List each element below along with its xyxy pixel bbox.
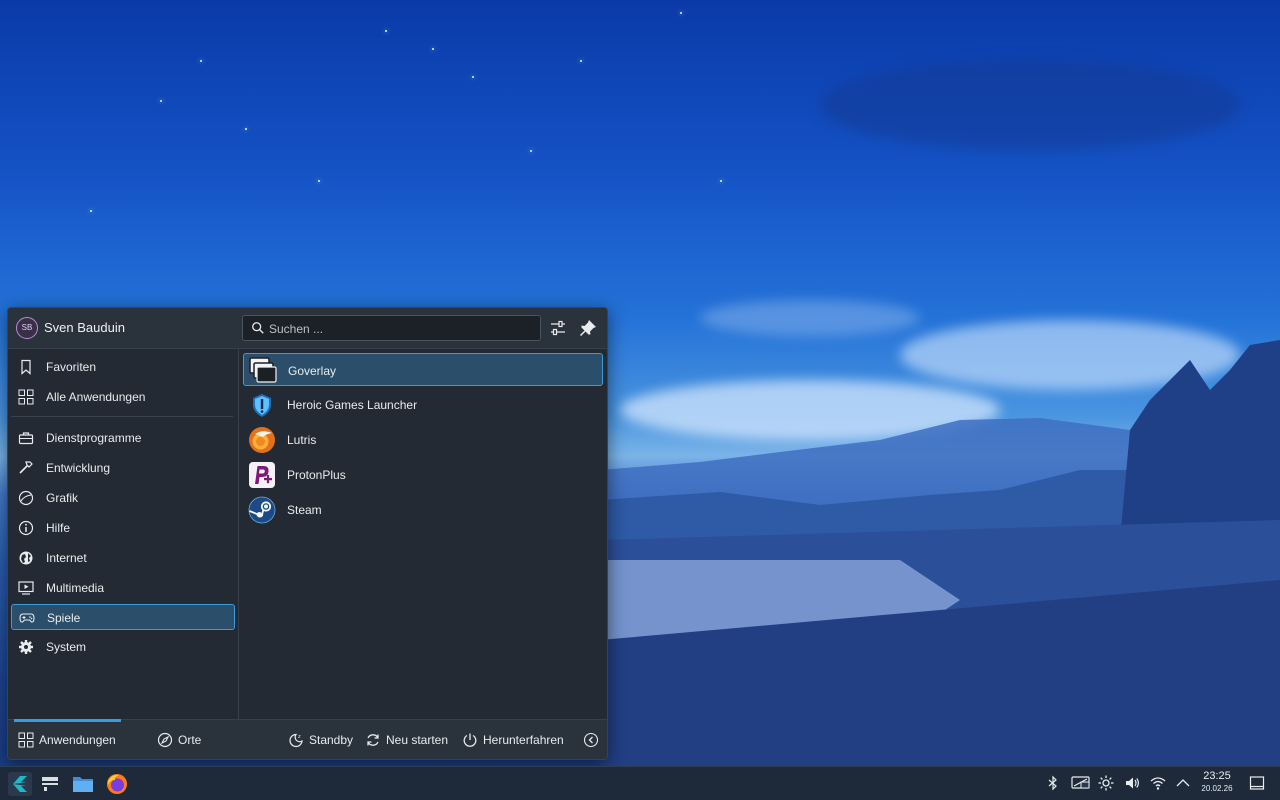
tab-label: Anwendungen — [39, 733, 116, 747]
chevron-up-icon[interactable] — [1175, 775, 1191, 791]
app-label: ProtonPlus — [287, 468, 346, 482]
display-icon[interactable] — [1071, 775, 1091, 791]
graphics-icon — [18, 490, 34, 506]
goverlay-icon — [249, 357, 277, 383]
digital-clock[interactable]: 23:25 20.02.26 — [1196, 770, 1238, 794]
globe-icon — [19, 551, 33, 565]
bookmark-icon — [21, 359, 31, 375]
search-icon — [252, 322, 264, 334]
toolbox-icon — [18, 432, 34, 445]
sidebar-item-label: Alle Anwendungen — [46, 390, 146, 404]
file-manager-icon[interactable] — [70, 771, 96, 797]
standby-button[interactable]: z Standby — [288, 731, 358, 751]
sidebar-separator — [11, 416, 233, 417]
sidebar-item-internet[interactable]: Internet — [11, 545, 235, 571]
app-item-steam[interactable]: Steam — [243, 493, 603, 526]
bluetooth-icon[interactable] — [1045, 775, 1061, 791]
brightness-icon[interactable] — [1098, 775, 1114, 791]
more-options-button[interactable] — [583, 731, 599, 751]
sidebar-item-hilfe[interactable]: Hilfe — [11, 515, 235, 541]
sidebar-item-label: Dienstprogramme — [46, 431, 142, 445]
app-item-goverlay[interactable]: Goverlay — [243, 353, 603, 386]
compass-icon — [157, 732, 173, 748]
tab-anwendungen[interactable]: Anwendungen — [18, 731, 123, 751]
search-input[interactable] — [267, 319, 531, 338]
sidebar-item-spiele[interactable]: Spiele — [11, 604, 235, 630]
user-avatar[interactable]: SB — [16, 317, 38, 339]
launcher-header: SB Sven Bauduin — [8, 308, 607, 349]
sidebar-item-dienstprogramme[interactable]: Dienstprogramme — [11, 425, 235, 451]
sidebar-item-grafik[interactable]: Grafik — [11, 485, 235, 511]
sidebar-item-label: Spiele — [47, 611, 81, 625]
kde-launcher-icon[interactable] — [7, 771, 33, 797]
sidebar-item-label: Internet — [46, 551, 87, 565]
grid-icon — [18, 732, 34, 748]
clock-time: 23:25 — [1203, 770, 1231, 782]
shutdown-button[interactable]: Herunterfahren — [462, 731, 570, 751]
sidebar-item-multimedia[interactable]: Multimedia — [11, 575, 235, 601]
category-sidebar: Favoriten Alle Anwendungen Dienstprogram… — [8, 349, 239, 719]
action-label: Herunterfahren — [483, 733, 564, 747]
gear-icon — [19, 640, 33, 654]
task-manager-icon[interactable] — [37, 771, 63, 797]
tab-label: Orte — [178, 733, 202, 747]
taskbar: 23:25 20.02.26 — [0, 766, 1280, 800]
grid-icon — [18, 389, 34, 405]
heroic-icon — [253, 394, 271, 417]
wifi-icon[interactable] — [1150, 775, 1166, 791]
app-item-lutris[interactable]: Lutris — [243, 423, 603, 456]
hammer-icon — [19, 461, 33, 474]
steam-icon — [248, 496, 276, 524]
application-list: Goverlay Heroic Games Launcher Lutris Pr… — [240, 349, 607, 719]
sleep-icon: z — [289, 733, 303, 748]
restart-icon — [367, 734, 379, 746]
action-label: Standby — [309, 733, 354, 747]
sidebar-item-favoriten[interactable]: Favoriten — [11, 354, 235, 380]
application-launcher: SB Sven Bauduin Favoriten — [7, 307, 608, 760]
volume-icon[interactable] — [1124, 775, 1140, 791]
info-icon — [18, 520, 34, 536]
lutris-icon — [249, 427, 275, 453]
multimedia-icon — [18, 581, 34, 595]
configure-icon[interactable] — [548, 318, 568, 338]
tab-orte[interactable]: Orte — [157, 731, 217, 751]
sidebar-item-label: Grafik — [46, 491, 79, 505]
protonplus-icon — [249, 462, 275, 488]
app-label: Lutris — [287, 433, 317, 447]
clock-date: 20.02.26 — [1201, 784, 1233, 793]
user-name: Sven Bauduin — [44, 320, 125, 335]
app-item-protonplus[interactable]: ProtonPlus — [243, 458, 603, 491]
svg-text:z: z — [298, 734, 301, 740]
app-label: Steam — [287, 503, 322, 517]
app-label: Heroic Games Launcher — [287, 398, 418, 412]
app-item-heroic[interactable]: Heroic Games Launcher — [243, 388, 603, 421]
sidebar-item-alle-anwendungen[interactable]: Alle Anwendungen — [11, 384, 235, 410]
power-icon — [463, 733, 477, 747]
sidebar-item-label: System — [46, 640, 87, 654]
restart-button[interactable]: Neu starten — [365, 731, 450, 751]
sidebar-item-label: Entwicklung — [46, 461, 111, 475]
sidebar-item-entwicklung[interactable]: Entwicklung — [11, 455, 235, 481]
sidebar-item-label: Hilfe — [46, 521, 71, 535]
pin-icon[interactable] — [578, 318, 598, 338]
chevron-left-icon — [583, 732, 599, 748]
launcher-footer: Anwendungen Orte z Standby Neu starten H… — [8, 719, 607, 759]
gamepad-icon — [19, 613, 35, 623]
show-desktop-icon[interactable] — [1249, 775, 1265, 791]
active-tab-indicator — [14, 719, 121, 722]
app-label: Goverlay — [288, 364, 337, 378]
sidebar-item-system[interactable]: System — [11, 634, 235, 660]
firefox-icon[interactable] — [104, 771, 130, 797]
search-field[interactable] — [242, 315, 541, 341]
action-label: Neu starten — [386, 733, 449, 747]
sidebar-item-label: Multimedia — [46, 581, 105, 595]
sidebar-item-label: Favoriten — [46, 360, 97, 374]
